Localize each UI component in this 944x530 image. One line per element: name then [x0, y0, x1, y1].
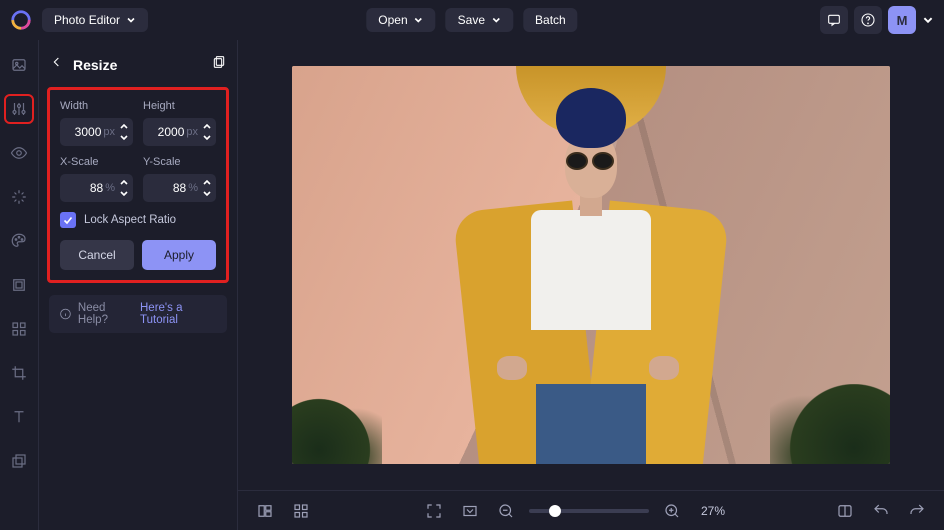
info-icon	[59, 307, 72, 321]
xscale-step-down[interactable]	[119, 189, 129, 197]
fullscreen-icon[interactable]	[421, 498, 447, 524]
panel-back-icon[interactable]	[49, 54, 65, 75]
lock-aspect-checkbox[interactable]	[60, 212, 76, 228]
open-label: Open	[378, 13, 407, 27]
height-step-up[interactable]	[202, 123, 212, 131]
sidebar-frame-icon[interactable]	[4, 270, 34, 300]
tool-sidebar	[0, 40, 38, 530]
zoom-out-icon[interactable]	[493, 498, 519, 524]
canvas-viewport[interactable]	[238, 40, 944, 490]
panel-title: Resize	[73, 57, 117, 73]
yscale-step-up[interactable]	[202, 179, 212, 187]
yscale-unit: %	[188, 182, 198, 194]
yscale-step-down[interactable]	[202, 189, 212, 197]
width-input[interactable]: 3000 px	[60, 118, 133, 146]
yscale-label: Y-Scale	[143, 156, 216, 168]
zoom-slider[interactable]	[529, 509, 649, 513]
width-label: Width	[60, 100, 133, 112]
yscale-value: 88	[151, 181, 186, 195]
chevron-down-icon	[491, 15, 501, 25]
sidebar-text-icon[interactable]	[4, 402, 34, 432]
user-menu-chevron[interactable]	[922, 14, 934, 26]
xscale-step-up[interactable]	[119, 179, 129, 187]
chevron-down-icon	[414, 15, 424, 25]
canvas-area: 27%	[238, 40, 944, 530]
resize-panel: Resize Width 3000 px	[38, 40, 238, 530]
height-label: Height	[143, 100, 216, 112]
apply-button[interactable]: Apply	[142, 240, 216, 270]
open-button[interactable]: Open	[366, 8, 435, 32]
canvas-bottom-bar: 27%	[238, 490, 944, 530]
feedback-icon[interactable]	[820, 6, 848, 34]
sidebar-image-icon[interactable]	[4, 50, 34, 80]
redo-icon[interactable]	[904, 498, 930, 524]
height-step-down[interactable]	[202, 133, 212, 141]
help-tutorial-link[interactable]: Here's a Tutorial	[140, 302, 217, 326]
sidebar-eye-icon[interactable]	[4, 138, 34, 168]
sidebar-sparkle-icon[interactable]	[4, 182, 34, 212]
top-bar: Photo Editor Open Save Batch M	[0, 0, 944, 40]
zoom-in-icon[interactable]	[659, 498, 685, 524]
height-value: 2000	[151, 125, 184, 139]
app-title-dropdown[interactable]: Photo Editor	[42, 8, 148, 32]
chevron-down-icon	[922, 14, 934, 26]
app-logo-icon[interactable]	[10, 9, 32, 31]
user-initial: M	[897, 13, 908, 28]
height-unit: px	[186, 126, 198, 138]
canvas-image	[292, 66, 890, 464]
help-icon[interactable]	[854, 6, 882, 34]
batch-button[interactable]: Batch	[523, 8, 578, 32]
batch-label: Batch	[535, 13, 566, 27]
sidebar-layers-icon[interactable]	[4, 446, 34, 476]
xscale-value: 88	[68, 181, 103, 195]
chevron-down-icon	[126, 15, 136, 25]
fit-screen-icon[interactable]	[457, 498, 483, 524]
width-unit: px	[103, 126, 115, 138]
sidebar-palette-icon[interactable]	[4, 226, 34, 256]
zoom-level-label: 27%	[701, 504, 725, 518]
undo-icon[interactable]	[868, 498, 894, 524]
cancel-button[interactable]: Cancel	[60, 240, 134, 270]
xscale-unit: %	[105, 182, 115, 194]
help-banner: Need Help? Here's a Tutorial	[49, 295, 227, 333]
sidebar-crop-icon[interactable]	[4, 358, 34, 388]
width-step-down[interactable]	[119, 133, 129, 141]
yscale-input[interactable]: 88 %	[143, 174, 216, 202]
resize-form: Width 3000 px Height 2000 px	[47, 87, 229, 283]
height-input[interactable]: 2000 px	[143, 118, 216, 146]
app-title-label: Photo Editor	[54, 13, 120, 27]
user-avatar[interactable]: M	[888, 6, 916, 34]
xscale-label: X-Scale	[60, 156, 133, 168]
compare-icon[interactable]	[832, 498, 858, 524]
panel-copy-icon[interactable]	[211, 54, 227, 75]
width-step-up[interactable]	[119, 123, 129, 131]
layers-panel-icon[interactable]	[252, 498, 278, 524]
save-label: Save	[458, 13, 485, 27]
sidebar-grid-icon[interactable]	[4, 314, 34, 344]
lock-aspect-label: Lock Aspect Ratio	[84, 214, 176, 226]
xscale-input[interactable]: 88 %	[60, 174, 133, 202]
sidebar-adjust-icon[interactable]	[4, 94, 34, 124]
save-button[interactable]: Save	[446, 8, 513, 32]
grid-view-icon[interactable]	[288, 498, 314, 524]
width-value: 3000	[68, 125, 101, 139]
help-prefix: Need Help?	[78, 302, 134, 326]
